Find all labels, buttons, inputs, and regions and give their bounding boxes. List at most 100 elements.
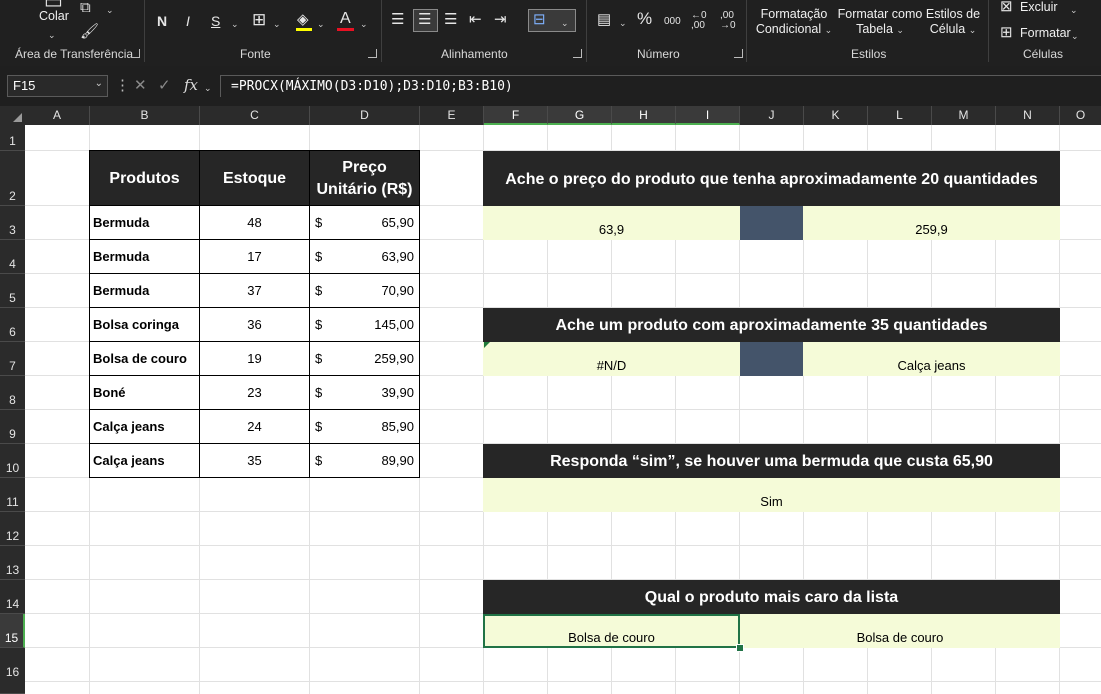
- formula-input[interactable]: =PROCX(MÁXIMO(D3:D10);D3:D10;B3:B10): [220, 75, 1101, 97]
- format-cells-icon[interactable]: ⊞: [1000, 25, 1013, 41]
- row-header-7[interactable]: 7: [0, 342, 25, 376]
- format-cells-button[interactable]: Formatar: [1020, 26, 1071, 41]
- column-header-c[interactable]: C: [200, 106, 310, 125]
- chevron-down-icon[interactable]: ⌄: [317, 16, 325, 32]
- cell-preco[interactable]: $89,90: [310, 444, 420, 478]
- cell-produto[interactable]: Bolsa de couro: [89, 342, 200, 376]
- column-header-d[interactable]: D: [310, 106, 420, 125]
- cell-produto[interactable]: Bermuda: [89, 240, 200, 274]
- question-1-answer-left[interactable]: 63,9: [483, 206, 740, 240]
- cell-estoque[interactable]: 48: [200, 206, 310, 240]
- cell-estoque[interactable]: 24: [200, 410, 310, 444]
- column-header-o[interactable]: O: [1060, 106, 1101, 125]
- comma-style-button[interactable]: 000: [664, 14, 681, 30]
- insert-function-button[interactable]: fx: [184, 77, 198, 93]
- copy-icon[interactable]: ⧉: [80, 0, 91, 16]
- dialog-launcher-icon[interactable]: [573, 49, 582, 58]
- cell-preco[interactable]: $65,90: [310, 206, 420, 240]
- chevron-down-icon[interactable]: ⌄: [561, 15, 569, 31]
- underline-button[interactable]: S: [211, 13, 220, 29]
- question-1-divider[interactable]: [740, 206, 803, 240]
- cell-estoque[interactable]: 23: [200, 376, 310, 410]
- row-header-3[interactable]: 3: [0, 206, 25, 240]
- align-left-icon[interactable]: ☰: [391, 12, 404, 28]
- conditional-formatting-button[interactable]: Formatação Condicional ⌄: [752, 7, 836, 38]
- row-header-11[interactable]: 11: [0, 478, 25, 512]
- cell-produto[interactable]: Bermuda: [89, 206, 200, 240]
- row-header-6[interactable]: 6: [0, 308, 25, 342]
- row-header-15[interactable]: 15: [0, 614, 25, 648]
- question-2-divider[interactable]: [740, 342, 803, 376]
- column-header-n[interactable]: N: [996, 106, 1060, 125]
- chevron-down-icon[interactable]: ⌄: [95, 78, 103, 89]
- question-2-answer-left[interactable]: #N/D: [483, 342, 740, 376]
- cell-estoque[interactable]: 36: [200, 308, 310, 342]
- column-header-h[interactable]: H: [612, 106, 676, 125]
- cell-preco[interactable]: $85,90: [310, 410, 420, 444]
- cell-produto[interactable]: Calça jeans: [89, 410, 200, 444]
- name-box[interactable]: F15 ⌄: [7, 75, 108, 97]
- row-header-16[interactable]: 16: [0, 648, 25, 694]
- row-header-1[interactable]: 1: [0, 125, 25, 151]
- chevron-down-icon[interactable]: ⌄: [204, 80, 212, 96]
- select-all-button[interactable]: [0, 106, 25, 125]
- header-preco[interactable]: Preço Unitário (R$): [310, 150, 420, 206]
- column-header-m[interactable]: M: [932, 106, 996, 125]
- cell-estoque[interactable]: 37: [200, 274, 310, 308]
- cell-estoque[interactable]: 17: [200, 240, 310, 274]
- borders-icon[interactable]: ⊞: [252, 11, 266, 28]
- row-header-13[interactable]: 13: [0, 546, 25, 580]
- fill-handle[interactable]: [736, 644, 744, 652]
- increase-indent-icon[interactable]: ⇥: [494, 12, 507, 28]
- question-2-answer-right[interactable]: Calça jeans: [803, 342, 1060, 376]
- delete-cells-button[interactable]: Excluir: [1020, 0, 1058, 15]
- row-header-12[interactable]: 12: [0, 512, 25, 546]
- accounting-format-icon[interactable]: ▤: [597, 12, 611, 28]
- cell-produto[interactable]: Bolsa coringa: [89, 308, 200, 342]
- column-header-e[interactable]: E: [420, 106, 484, 125]
- column-header-k[interactable]: K: [804, 106, 868, 125]
- question-4-answer-left-selected[interactable]: Bolsa de couro: [483, 614, 740, 648]
- row-header-9[interactable]: 9: [0, 410, 25, 444]
- format-as-table-button[interactable]: Formatar como Tabela ⌄: [837, 7, 923, 38]
- paste-button[interactable]: Colar: [39, 9, 69, 24]
- more-options-icon[interactable]: ⋮: [115, 78, 130, 94]
- chevron-down-icon[interactable]: ⌄: [48, 27, 56, 43]
- italic-button[interactable]: I: [186, 13, 190, 29]
- cell-preco[interactable]: $70,90: [310, 274, 420, 308]
- fill-color-icon[interactable]: ◈: [297, 12, 309, 28]
- align-right-icon[interactable]: ☰: [444, 12, 457, 28]
- column-header-j[interactable]: J: [740, 106, 804, 125]
- chevron-down-icon[interactable]: ⌄: [1070, 2, 1078, 18]
- delete-cells-icon[interactable]: ⊠: [1000, 0, 1013, 15]
- header-produtos[interactable]: Produtos: [89, 150, 200, 206]
- column-header-a[interactable]: A: [25, 106, 90, 125]
- decrease-indent-icon[interactable]: ⇤: [469, 12, 482, 28]
- font-color-icon[interactable]: A: [340, 11, 351, 27]
- enter-icon[interactable]: ✓: [158, 78, 171, 94]
- cell-preco[interactable]: $39,90: [310, 376, 420, 410]
- cell-estoque[interactable]: 35: [200, 444, 310, 478]
- row-header-4[interactable]: 4: [0, 240, 25, 274]
- column-header-i[interactable]: I: [676, 106, 740, 125]
- header-estoque[interactable]: Estoque: [200, 150, 310, 206]
- row-header-8[interactable]: 8: [0, 376, 25, 410]
- chevron-down-icon[interactable]: ⌄: [619, 15, 627, 31]
- chevron-down-icon[interactable]: ⌄: [273, 16, 281, 32]
- question-2-banner[interactable]: Ache um produto com aproximadamente 35 q…: [483, 308, 1060, 342]
- row-header-5[interactable]: 5: [0, 274, 25, 308]
- cancel-icon[interactable]: ✕: [134, 78, 147, 94]
- decrease-decimal-icon[interactable]: ,00 →0: [720, 11, 736, 31]
- question-1-answer-right[interactable]: 259,9: [803, 206, 1060, 240]
- column-header-l[interactable]: L: [868, 106, 932, 125]
- bold-button[interactable]: N: [157, 13, 167, 29]
- row-header-10[interactable]: 10: [0, 444, 25, 478]
- dialog-launcher-icon[interactable]: [131, 49, 140, 58]
- chevron-down-icon[interactable]: ⌄: [231, 16, 239, 32]
- cell-preco[interactable]: $145,00: [310, 308, 420, 342]
- cell-produto[interactable]: Calça jeans: [89, 444, 200, 478]
- row-header-2[interactable]: 2: [0, 151, 25, 206]
- row-header-14[interactable]: 14: [0, 580, 25, 614]
- question-3-answer[interactable]: Sim: [483, 478, 1060, 512]
- column-header-f[interactable]: F: [484, 106, 548, 125]
